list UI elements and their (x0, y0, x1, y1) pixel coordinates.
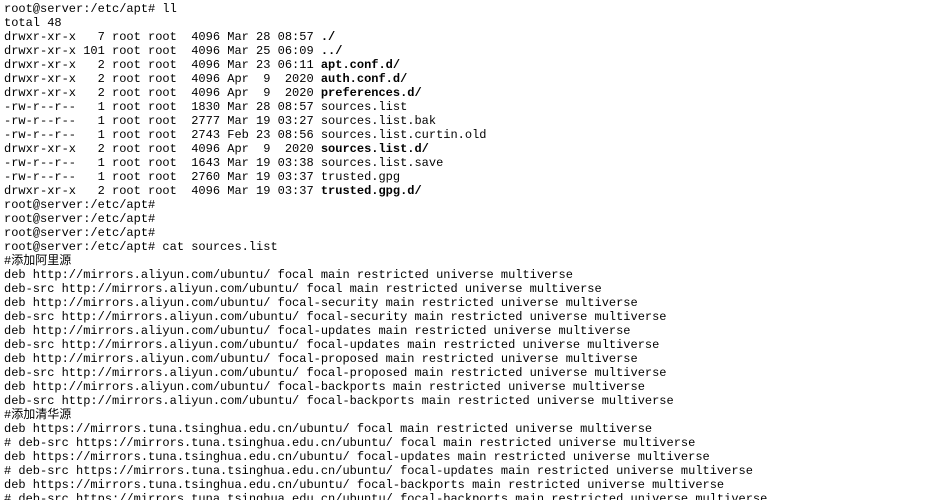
terminal-line: drwxr-xr-x 7 root root 4096 Mar 28 08:57… (4, 30, 936, 44)
terminal-line: root@server:/etc/apt# (4, 212, 936, 226)
ls-dir-name: ./ (321, 30, 335, 44)
terminal-line: deb http://mirrors.aliyun.com/ubuntu/ fo… (4, 296, 936, 310)
terminal-line: deb https://mirrors.tuna.tsinghua.edu.cn… (4, 422, 936, 436)
ls-dir-name: trusted.gpg.d/ (321, 184, 422, 198)
terminal-line: deb https://mirrors.tuna.tsinghua.edu.cn… (4, 478, 936, 492)
terminal-line: # deb-src https://mirrors.tuna.tsinghua.… (4, 436, 936, 450)
terminal-line: drwxr-xr-x 2 root root 4096 Apr 9 2020 p… (4, 86, 936, 100)
terminal-line: drwxr-xr-x 2 root root 4096 Apr 9 2020 s… (4, 142, 936, 156)
terminal-line: drwxr-xr-x 2 root root 4096 Mar 19 03:37… (4, 184, 936, 198)
terminal-line: root@server:/etc/apt# (4, 226, 936, 240)
terminal-line: total 48 (4, 16, 936, 30)
terminal-output[interactable]: root@server:/etc/apt# lltotal 48drwxr-xr… (0, 0, 940, 500)
terminal-line: # deb-src https://mirrors.tuna.tsinghua.… (4, 464, 936, 478)
terminal-line: deb-src http://mirrors.aliyun.com/ubuntu… (4, 338, 936, 352)
terminal-line: # deb-src https://mirrors.tuna.tsinghua.… (4, 492, 936, 500)
ls-file-name: sources.list (321, 100, 407, 114)
ls-file-name: sources.list.curtin.old (321, 128, 487, 142)
ls-file-name: sources.list.save (321, 156, 443, 170)
terminal-line: -rw-r--r-- 1 root root 2760 Mar 19 03:37… (4, 170, 936, 184)
terminal-line: deb http://mirrors.aliyun.com/ubuntu/ fo… (4, 380, 936, 394)
terminal-line: deb-src http://mirrors.aliyun.com/ubuntu… (4, 366, 936, 380)
terminal-line: root@server:/etc/apt# cat sources.list (4, 240, 936, 254)
ls-dir-name: apt.conf.d/ (321, 58, 400, 72)
terminal-line: deb http://mirrors.aliyun.com/ubuntu/ fo… (4, 352, 936, 366)
terminal-line: deb-src http://mirrors.aliyun.com/ubuntu… (4, 394, 936, 408)
terminal-line: -rw-r--r-- 1 root root 2743 Feb 23 08:56… (4, 128, 936, 142)
terminal-line: root@server:/etc/apt# ll (4, 2, 936, 16)
terminal-line: drwxr-xr-x 101 root root 4096 Mar 25 06:… (4, 44, 936, 58)
ls-dir-name: auth.conf.d/ (321, 72, 407, 86)
terminal-line: drwxr-xr-x 2 root root 4096 Apr 9 2020 a… (4, 72, 936, 86)
ls-dir-name: ../ (321, 44, 343, 58)
terminal-line: -rw-r--r-- 1 root root 1643 Mar 19 03:38… (4, 156, 936, 170)
ls-dir-name: preferences.d/ (321, 86, 422, 100)
terminal-line: #添加阿里源 (4, 254, 936, 268)
terminal-line: deb http://mirrors.aliyun.com/ubuntu/ fo… (4, 324, 936, 338)
terminal-line: root@server:/etc/apt# (4, 198, 936, 212)
terminal-line: -rw-r--r-- 1 root root 2777 Mar 19 03:27… (4, 114, 936, 128)
terminal-line: -rw-r--r-- 1 root root 1830 Mar 28 08:57… (4, 100, 936, 114)
terminal-line: deb-src http://mirrors.aliyun.com/ubuntu… (4, 310, 936, 324)
terminal-line: drwxr-xr-x 2 root root 4096 Mar 23 06:11… (4, 58, 936, 72)
terminal-line: #添加清华源 (4, 408, 936, 422)
terminal-line: deb http://mirrors.aliyun.com/ubuntu/ fo… (4, 268, 936, 282)
ls-file-name: trusted.gpg (321, 170, 400, 184)
ls-dir-name: sources.list.d/ (321, 142, 429, 156)
terminal-line: deb-src http://mirrors.aliyun.com/ubuntu… (4, 282, 936, 296)
ls-file-name: sources.list.bak (321, 114, 436, 128)
terminal-line: deb https://mirrors.tuna.tsinghua.edu.cn… (4, 450, 936, 464)
